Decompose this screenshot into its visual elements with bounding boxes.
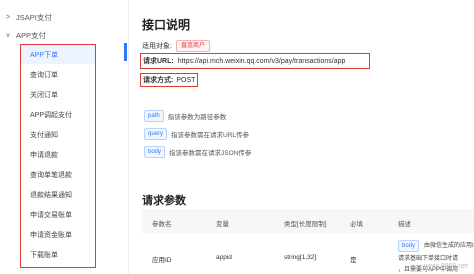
param-desc: 指该参数为路径参数	[167, 114, 227, 121]
param-query-row: query 指该参数需在请求URL传参	[144, 128, 249, 140]
sidebar-item-label: 查询订单	[30, 71, 58, 79]
active-indicator	[124, 43, 127, 61]
table-header: 参数名 变量 类型[长度限制] 必填 描述	[142, 209, 474, 233]
sidebar-item-label: 查询单笔退款	[30, 171, 72, 179]
col-name: 参数名	[152, 221, 172, 228]
col-desc: 描述	[398, 221, 411, 228]
sidebar-item-refund[interactable]: 申请退款	[21, 145, 95, 164]
param-body-row: body 指该参数需在请求JSON传参	[144, 146, 251, 158]
chevron-right-icon: >	[5, 13, 11, 21]
param-desc: 指该参数需在请求JSON传参	[169, 150, 252, 157]
col-required: 必填	[350, 221, 363, 228]
nav-section-label: APP支付	[16, 30, 47, 40]
sidebar-item-label: 申请资金账单	[30, 231, 72, 239]
sidebar-item-pay-notify[interactable]: 支付通知	[21, 125, 95, 144]
sidebar-item-download-bill[interactable]: 下载账单	[21, 245, 95, 264]
col-type: 类型[长度限制]	[284, 221, 327, 228]
body-tag: body	[144, 146, 166, 158]
method-value: POST	[176, 76, 196, 84]
sidebar-item-label: APP调起支付	[30, 111, 73, 119]
desc-line: 由微信生成的应用ID	[424, 243, 474, 249]
applicable-label: 适用对象:	[142, 43, 172, 50]
sidebar-item-invoke-pay[interactable]: APP调起支付	[21, 105, 95, 124]
sidebar-item-label: 关闭订单	[30, 91, 58, 99]
sidebar-item-label: 申请退款	[30, 151, 58, 159]
request-method: 请求方式: POST	[140, 73, 198, 87]
sidebar-item-trade-bill[interactable]: 申请交易账单	[21, 205, 95, 224]
sidebar-item-label: APP下单	[30, 51, 59, 59]
cell-name: 应用ID	[152, 257, 172, 264]
nav-section-jsapi[interactable]: > JSAPI支付	[0, 8, 52, 26]
sidebar: > JSAPI支付 v APP支付 APP下单 查询订单 关闭订单 APP调起支…	[0, 0, 129, 274]
param-desc: 指该参数需在请求URL传参	[171, 132, 250, 139]
desc-line: 请求基础下单接口时请	[398, 256, 459, 262]
query-tag: query	[144, 128, 168, 140]
sidebar-item-query-refund[interactable]: 查询单笔退款	[21, 165, 95, 184]
sidebar-item-close-order[interactable]: 关闭订单	[21, 85, 95, 104]
path-tag: path	[144, 110, 164, 122]
url-label: 请求URL:	[143, 58, 174, 65]
sidebar-item-label: 支付通知	[30, 131, 58, 139]
app-pay-menu: APP下单 查询订单 关闭订单 APP调起支付 支付通知 申请退款 查询单笔退款…	[20, 44, 96, 268]
cell-type: string[1,32]	[284, 254, 317, 261]
sidebar-item-label: 下载账单	[30, 251, 58, 259]
sidebar-item-refund-notify[interactable]: 退款结果通知	[21, 185, 95, 204]
applicable-row: 适用对象: 直连商户	[142, 40, 210, 52]
method-label: 请求方式:	[143, 77, 174, 84]
watermark: www.9969.net	[424, 263, 468, 270]
sidebar-item-app-order[interactable]: APP下单	[21, 45, 95, 64]
nav-section-label: JSAPI支付	[16, 12, 52, 22]
request-url: 请求URL: https://api.mch.weixin.qq.com/v3/…	[140, 53, 370, 69]
cell-var: appid	[216, 254, 232, 261]
param-path-row: path 指该参数为路径参数	[144, 110, 226, 122]
url-value: https://api.mch.weixin.qq.com/v3/pay/tra…	[177, 57, 346, 65]
main-content: 接口说明 适用对象: 直连商户 请求URL: https://api.mch.w…	[128, 0, 474, 274]
nav-section-app[interactable]: v APP支付	[0, 26, 46, 44]
sidebar-item-label: 申请交易账单	[30, 211, 72, 219]
sidebar-item-label: 退款结果通知	[30, 191, 72, 199]
sidebar-item-query-order[interactable]: 查询订单	[21, 65, 95, 84]
page-title: 接口说明	[142, 18, 191, 32]
cell-required: 是	[350, 257, 357, 264]
merchant-badge: 直连商户	[175, 40, 210, 52]
chevron-down-icon: v	[6, 31, 10, 39]
body-tag: body	[398, 240, 420, 252]
sidebar-item-fund-bill[interactable]: 申请资金账单	[21, 225, 95, 244]
col-var: 变量	[216, 221, 229, 228]
